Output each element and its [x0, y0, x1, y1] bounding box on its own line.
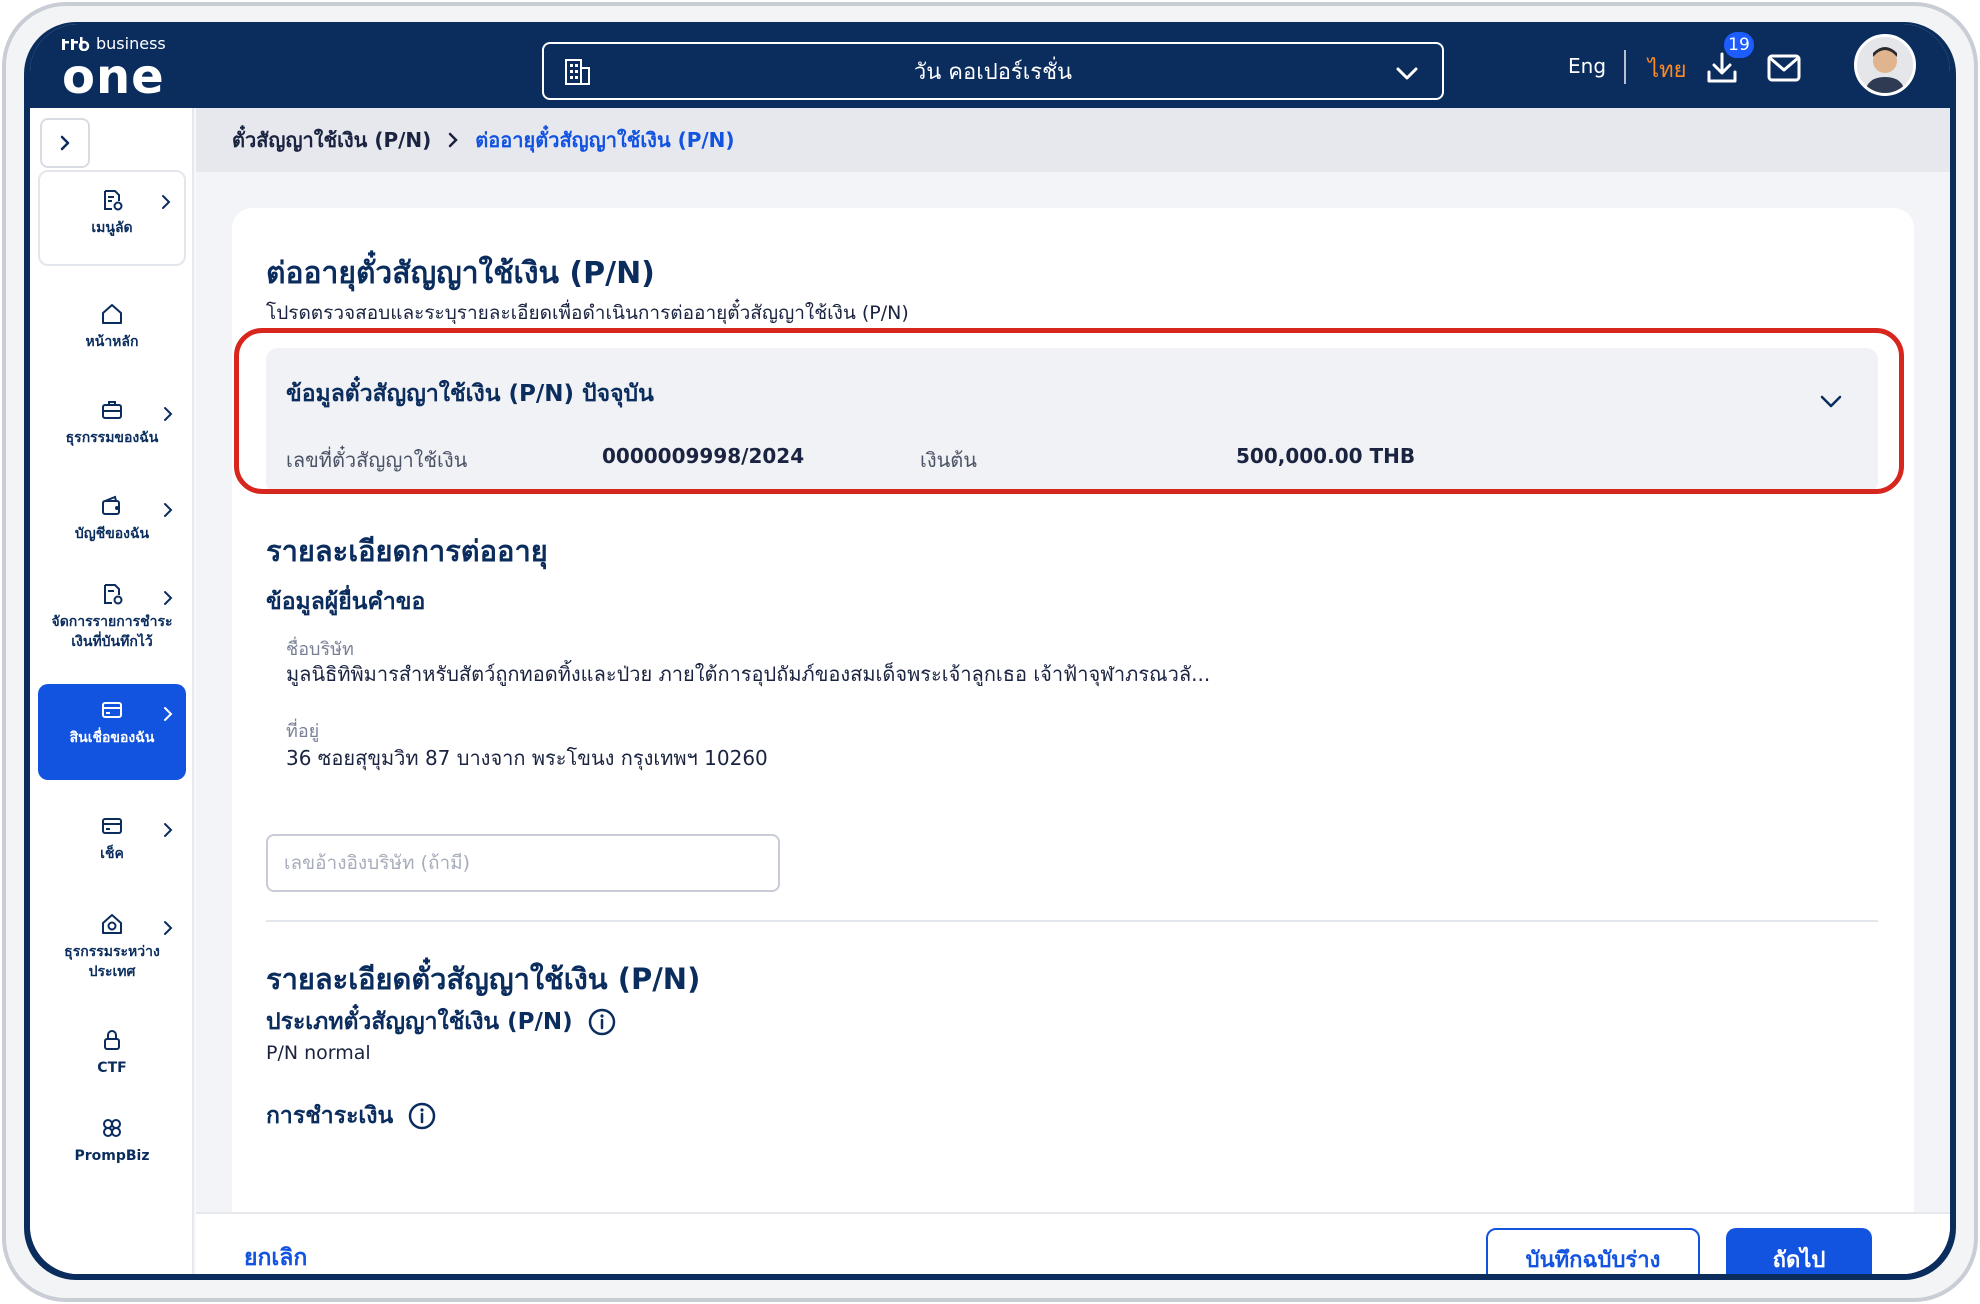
- company-name: วัน คอเปอร์เรชั่น: [913, 59, 1073, 85]
- address-label: ที่อยู่: [286, 721, 320, 742]
- chevron-right-icon: [164, 823, 173, 837]
- sidebar-item-my-accounts[interactable]: บัญชีของฉัน: [38, 480, 186, 560]
- section-divider: [266, 920, 1878, 922]
- chevron-right-icon: [164, 407, 173, 421]
- chevron-down-icon[interactable]: [1818, 388, 1844, 414]
- payment-label: การชำระเงิน: [266, 1103, 394, 1129]
- sidebar-item-cheque[interactable]: เช็ค: [38, 800, 186, 880]
- chevron-right-icon: [449, 132, 459, 148]
- cancel-button[interactable]: ยกเลิก: [244, 1240, 307, 1274]
- pn-number-label: เลขที่ตั๋วสัญญาใช้เงิน: [286, 448, 468, 472]
- international-icon: [102, 914, 122, 934]
- pn-number-value: 0000009998/2024: [602, 444, 805, 468]
- briefcase-icon: [102, 401, 122, 419]
- sidebar-item-shortcut[interactable]: เมนูลัด: [38, 170, 186, 266]
- home-icon: [102, 304, 122, 324]
- sidebar-item-label: สินเชื่อของฉัน: [69, 730, 155, 746]
- breadcrumb: ตั๋วสัญญาใช้เงิน (P/N) ต่ออายุตั๋วสัญญาใ…: [196, 108, 1950, 172]
- chevron-right-icon: [162, 195, 171, 209]
- sidebar-item-label: จัดการรายการชำระเงินที่บันทึกไว้: [51, 614, 173, 650]
- renewal-form-card: ต่ออายุตั๋วสัญญาใช้เงิน (P/N) โปรดตรวจสอ…: [232, 208, 1914, 1274]
- mail-icon[interactable]: [1766, 52, 1802, 84]
- sidebar-item-ctf[interactable]: CTF: [38, 1014, 186, 1084]
- shortcut-menu-icon: [104, 190, 123, 211]
- download-count-badge: 19: [1722, 30, 1756, 60]
- sidebar-item-label: ธุรกรรมของฉัน: [65, 430, 159, 446]
- company-reference-input[interactable]: [266, 834, 780, 892]
- sidebar-item-prompbiz[interactable]: PrompBiz: [38, 1102, 186, 1172]
- main-content: ตั๋วสัญญาใช้เงิน (P/N) ต่ออายุตั๋วสัญญาใ…: [196, 108, 1950, 1274]
- applicant-info-label: ข้อมูลผู้ยื่นคำขอ: [266, 589, 426, 615]
- sidebar-item-my-credit[interactable]: สินเชื่อของฉัน: [38, 684, 186, 780]
- sidebar-item-international[interactable]: ธุรกรรมระหว่างประเทศ: [38, 898, 186, 988]
- top-bar: business one วัน คอเปอร์เรชั่น Eng ไทย 1…: [30, 24, 1950, 108]
- user-photo-icon: [1857, 37, 1913, 93]
- chevron-right-icon: [164, 503, 173, 517]
- chevron-down-icon: [1396, 67, 1418, 80]
- breadcrumb-parent[interactable]: ตั๋วสัญญาใช้เงิน (P/N): [232, 124, 431, 156]
- chevron-right-icon: [60, 135, 70, 151]
- sidebar-item-label: เมนูลัด: [91, 220, 133, 236]
- chevron-right-icon: [164, 921, 173, 935]
- sidebar-item-label: CTF: [97, 1060, 127, 1076]
- pn-type-label: ประเภทตั๋วสัญญาใช้เงิน (P/N): [266, 1009, 573, 1035]
- pn-details-title: รายละเอียดตั๋วสัญญาใช้เงิน (P/N): [266, 962, 701, 996]
- action-footer: ยกเลิก บันทึกฉบับร่าง ถัดไป: [196, 1212, 1950, 1274]
- sidebar-item-home[interactable]: หน้าหลัก: [38, 288, 186, 368]
- current-pn-heading: ข้อมูลตั๋วสัญญาใช้เงิน (P/N) ปัจจุบัน: [286, 381, 654, 407]
- chevron-right-icon: [164, 591, 173, 605]
- principal-value: 500,000.00 THB: [1236, 444, 1416, 468]
- pn-type-heading: ประเภทตั๋วสัญญาใช้เงิน (P/N): [266, 1004, 617, 1040]
- wallet-icon: [102, 495, 120, 515]
- lang-english[interactable]: Eng: [1568, 54, 1606, 78]
- company-name-value: มูลนิธิทิพิมารสำหรับสัตว์ถูกทอดทิ้งและป่…: [286, 662, 1211, 686]
- renewal-details-title: รายละเอียดการต่ออายุ: [266, 534, 548, 568]
- chevron-right-icon: [164, 707, 173, 721]
- page-subtitle: โปรดตรวจสอบและระบุรายละเอียดเพื่อดำเนินก…: [266, 302, 909, 324]
- sidebar-item-label: บัญชีของฉัน: [74, 526, 150, 542]
- info-icon[interactable]: [587, 1007, 617, 1037]
- breadcrumb-current: ต่ออายุตั๋วสัญญาใช้เงิน (P/N): [475, 128, 735, 152]
- device-frame: business one วัน คอเปอร์เรชั่น Eng ไทย 1…: [24, 22, 1956, 1280]
- current-pn-panel[interactable]: ข้อมูลตั๋วสัญญาใช้เงิน (P/N) ปัจจุบัน เล…: [266, 348, 1878, 494]
- pn-type-value: P/N normal: [266, 1042, 371, 1064]
- brand-big-text: one: [62, 49, 165, 105]
- sidebar-item-saved-payments[interactable]: จัดการรายการชำระเงินที่บันทึกไว้: [38, 568, 186, 676]
- company-selector[interactable]: วัน คอเปอร์เรชั่น: [542, 42, 1444, 100]
- principal-label: เงินต้น: [920, 448, 977, 472]
- lang-divider: [1624, 50, 1626, 84]
- brand-logo[interactable]: business one: [62, 34, 166, 105]
- user-avatar[interactable]: [1854, 34, 1916, 96]
- sidebar-item-label: หน้าหลัก: [85, 334, 139, 350]
- building-icon: [565, 59, 590, 85]
- sidebar-item-label: PrompBiz: [74, 1148, 150, 1164]
- info-icon[interactable]: [407, 1101, 437, 1131]
- credit-card-icon: [102, 702, 122, 718]
- sidebar-item-my-transactions[interactable]: ธุรกรรมของฉัน: [38, 384, 186, 474]
- prompbiz-icon: [103, 1119, 121, 1137]
- applicant-info-title: ข้อมูลผู้ยื่นคำขอ: [266, 584, 425, 620]
- save-draft-button[interactable]: บันทึกฉบับร่าง: [1486, 1228, 1700, 1274]
- address-value: 36 ซอยสุขุมวิท 87 บางจาก พระโขนง กรุงเทพ…: [286, 746, 768, 770]
- sidebar-item-label: เช็ค: [100, 846, 124, 862]
- lang-thai[interactable]: ไทย: [1648, 52, 1686, 87]
- app-screen: business one วัน คอเปอร์เรชั่น Eng ไทย 1…: [30, 24, 1950, 1274]
- sidebar: เมนูลัด หน้าหลัก ธุรกรรมของฉัน บัญชีของฉ…: [30, 108, 194, 1274]
- sidebar-expand-button[interactable]: [40, 118, 90, 168]
- cheque-icon: [102, 818, 122, 834]
- next-button[interactable]: ถัดไป: [1726, 1228, 1872, 1274]
- payment-heading: การชำระเงิน: [266, 1098, 437, 1134]
- saved-payment-icon: [104, 584, 123, 605]
- page-title: ต่ออายุตั๋วสัญญาใช้เงิน (P/N): [266, 256, 655, 291]
- lock-icon: [104, 1030, 120, 1050]
- sidebar-item-label: ธุรกรรมระหว่างประเทศ: [64, 944, 160, 980]
